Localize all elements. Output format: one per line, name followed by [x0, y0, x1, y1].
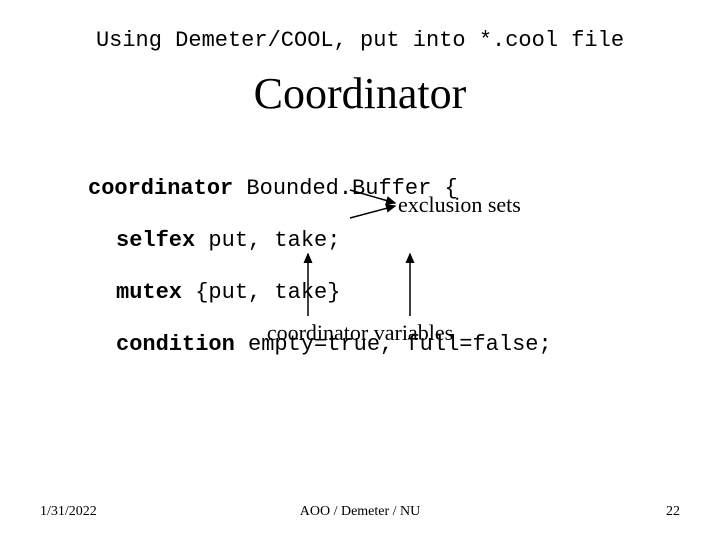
code-rest-3: {put, take} [182, 280, 340, 305]
footer-page-number: 22 [666, 504, 680, 520]
kw-mutex: mutex [116, 280, 182, 305]
footer-center: AOO / Demeter / NU [0, 504, 720, 520]
slide-header: Using Demeter/COOL, put into *.cool file [0, 28, 720, 53]
code-block: coordinator Bounded.Buffer { selfex put,… [88, 150, 552, 384]
exclusion-sets-label: exclusion sets [398, 192, 521, 218]
coordinator-variables-label: coordinator variables [0, 320, 720, 346]
kw-selfex: selfex [116, 228, 195, 253]
code-line-selfex: selfex put, take; [88, 228, 552, 254]
kw-coordinator: coordinator [88, 176, 233, 201]
code-line-mutex: mutex {put, take} [88, 280, 552, 306]
slide-title: Coordinator [0, 68, 720, 119]
code-rest-2: put, take; [195, 228, 340, 253]
